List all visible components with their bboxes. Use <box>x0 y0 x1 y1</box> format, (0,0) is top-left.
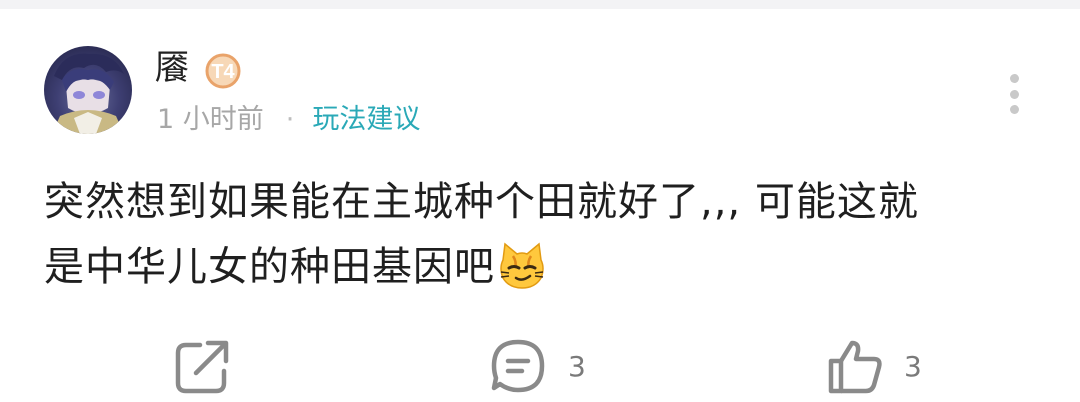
comment-text: 突然想到如果能在主城种个田就好了,,, 可能这就 是中华儿女的种田基因吧 <box>44 170 1044 300</box>
level-badge-icon: T4 <box>205 53 241 89</box>
share-button[interactable] <box>174 336 232 396</box>
comment-count: 3 <box>568 349 586 383</box>
comment-text-line-2: 是中华儿女的种田基因吧 <box>44 244 495 290</box>
like-button[interactable]: 3 <box>826 336 922 396</box>
comment-button[interactable]: 3 <box>488 336 586 396</box>
username[interactable]: 餍 <box>155 48 189 88</box>
meta-separator: · <box>285 104 295 135</box>
timestamp: 1 小时前 <box>157 104 264 135</box>
more-options-icon[interactable] <box>1002 74 1026 114</box>
smirking-cat-emoji-icon <box>500 242 544 289</box>
thumbs-up-icon <box>828 340 882 394</box>
comment-text-line-1: 突然想到如果能在主城种个田就好了,,, 可能这就 <box>44 179 919 225</box>
top-divider <box>0 0 1080 9</box>
avatar[interactable] <box>44 46 132 134</box>
comment-bubble-icon <box>491 339 545 393</box>
action-bar: 3 3 <box>0 336 1080 396</box>
like-count: 3 <box>904 349 922 383</box>
share-icon <box>175 340 229 394</box>
category-link[interactable]: 玩法建议 <box>312 102 420 138</box>
comment-meta: 1 小时前 · 玩法建议 <box>157 102 420 138</box>
level-badge-text: T4 <box>211 61 235 83</box>
